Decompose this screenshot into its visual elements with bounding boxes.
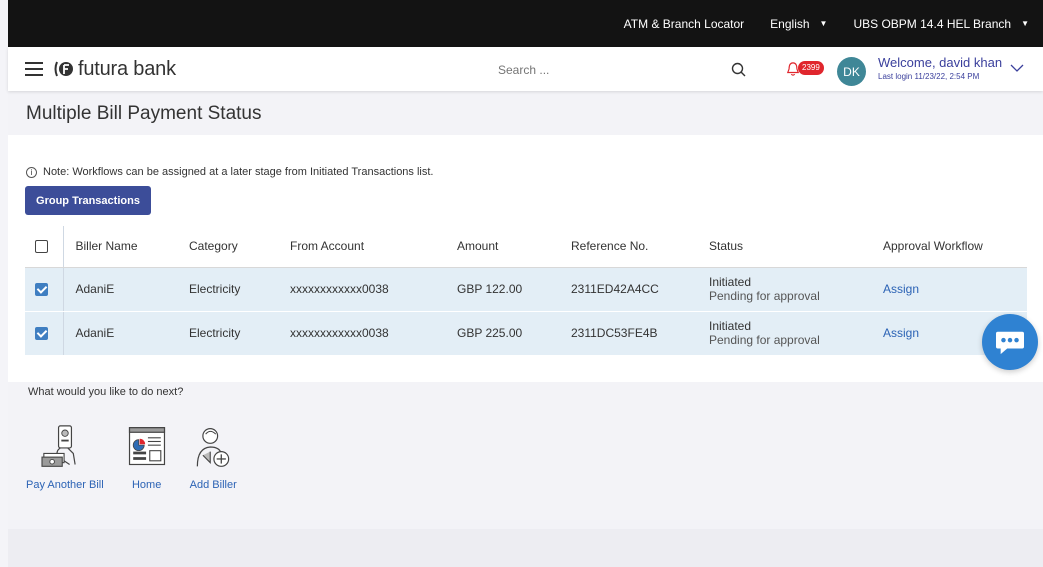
status-cell: Initiated Pending for approval: [709, 311, 883, 356]
avatar[interactable]: DK: [837, 57, 866, 86]
language-dropdown[interactable]: English ▼: [770, 17, 827, 31]
workflow-note: i Note: Workflows can be assigned at a l…: [26, 166, 433, 178]
from-account-cell: xxxxxxxxxxxx0038: [290, 311, 457, 356]
table-row: AdaniE Electricity xxxxxxxxxxxx0038 GBP …: [25, 311, 1027, 356]
category-cell: Electricity: [189, 311, 290, 356]
branch-dropdown[interactable]: UBS OBPM 14.4 HEL Branch ▼: [853, 17, 1029, 31]
assign-link[interactable]: Assign: [883, 282, 919, 296]
status-text: Initiated: [709, 319, 752, 333]
add-biller-action[interactable]: Add Biller: [190, 424, 237, 491]
home-action[interactable]: Home: [124, 424, 170, 491]
amount-cell: GBP 122.00: [457, 267, 571, 312]
hamburger-menu-icon[interactable]: [25, 62, 43, 76]
biller-name-cell: AdaniE: [63, 311, 189, 356]
home-label: Home: [131, 479, 162, 491]
bill-status-table: Biller Name Category From Account Amount…: [25, 226, 1027, 356]
language-label: English: [770, 16, 810, 31]
header-category: Category: [189, 226, 290, 268]
table-header-row: Biller Name Category From Account Amount…: [25, 226, 1027, 268]
table-row: AdaniE Electricity xxxxxxxxxxxx0038 GBP …: [25, 267, 1027, 312]
next-steps-title: What would you like to do next?: [28, 386, 184, 398]
status-detail-text: Pending for approval: [709, 289, 820, 303]
reference-cell: 2311DC53FE4B: [571, 311, 709, 356]
atm-branch-locator-link[interactable]: ATM & Branch Locator: [624, 17, 745, 31]
user-menu[interactable]: Welcome, david khan Last login 11/23/22,…: [878, 55, 1002, 81]
header-reference: Reference No.: [571, 226, 709, 268]
row-checkbox[interactable]: [35, 283, 48, 297]
futura-logo-icon: [54, 61, 73, 77]
select-all-cell: [25, 226, 64, 268]
brand-name: futura bank: [78, 57, 176, 80]
from-account-cell: xxxxxxxxxxxx0038: [290, 267, 457, 312]
main-header: futura bank 2399 DK Welcome, david khan …: [8, 47, 1043, 91]
footer-band: [8, 529, 1043, 567]
status-cell: Initiated Pending for approval: [709, 267, 883, 312]
row-select-cell: [25, 267, 64, 312]
search-icon[interactable]: [730, 61, 748, 79]
atm-branch-locator-label: ATM & Branch Locator: [623, 16, 745, 31]
caret-down-icon: ▼: [819, 19, 828, 28]
add-biller-label: Add Biller: [189, 479, 237, 491]
brand-logo[interactable]: futura bank: [53, 58, 176, 81]
assign-link[interactable]: Assign: [883, 326, 919, 340]
pay-another-bill-action[interactable]: Pay Another Bill: [26, 424, 104, 491]
header-from-account: From Account: [290, 226, 457, 268]
search-input[interactable]: [498, 63, 718, 77]
header-amount: Amount: [457, 226, 571, 268]
avatar-initials: DK: [843, 64, 860, 79]
row-checkbox[interactable]: [35, 327, 48, 341]
info-icon: i: [26, 166, 37, 178]
chevron-down-icon[interactable]: [1010, 63, 1024, 73]
chat-assistant-button[interactable]: [982, 314, 1038, 370]
row-select-cell: [25, 311, 64, 356]
welcome-text: Welcome, david khan: [878, 55, 1003, 70]
page-title: Multiple Bill Payment Status: [26, 103, 262, 124]
amount-cell: GBP 225.00: [457, 311, 571, 356]
status-text: Initiated: [709, 275, 752, 289]
select-all-checkbox[interactable]: [35, 240, 48, 254]
notification-count-badge: 2399: [798, 61, 824, 75]
header-biller-name: Biller Name: [63, 226, 189, 268]
status-detail-text: Pending for approval: [709, 333, 820, 347]
caret-down-icon: ▼: [1021, 19, 1029, 28]
header-status: Status: [709, 226, 883, 268]
top-utility-bar: ATM & Branch Locator English ▼ UBS OBPM 1…: [8, 0, 1043, 47]
last-login-text: Last login 11/23/22, 2:54 PM: [878, 72, 980, 81]
header-approval-workflow: Approval Workflow: [883, 226, 1027, 268]
category-cell: Electricity: [189, 267, 290, 312]
add-biller-icon: [196, 428, 230, 467]
chat-icon: [996, 331, 1024, 355]
branch-label: UBS OBPM 14.4 HEL Branch: [853, 16, 1012, 31]
next-steps-actions: Pay Another Bill Home Add Biller: [26, 424, 257, 491]
pay-another-bill-label: Pay Another Bill: [26, 479, 104, 491]
reference-cell: 2311ED42A4CC: [571, 267, 709, 312]
notifications-button[interactable]: 2399: [786, 59, 826, 81]
note-text: Note: Workflows can be assigned at a lat…: [43, 166, 434, 178]
approval-cell: Assign: [883, 267, 1027, 312]
home-dashboard-icon: [128, 427, 165, 466]
biller-name-cell: AdaniE: [63, 267, 189, 312]
pay-bill-icon: [41, 425, 76, 467]
search-box[interactable]: [498, 58, 758, 82]
group-transactions-button[interactable]: Group Transactions: [25, 186, 151, 215]
